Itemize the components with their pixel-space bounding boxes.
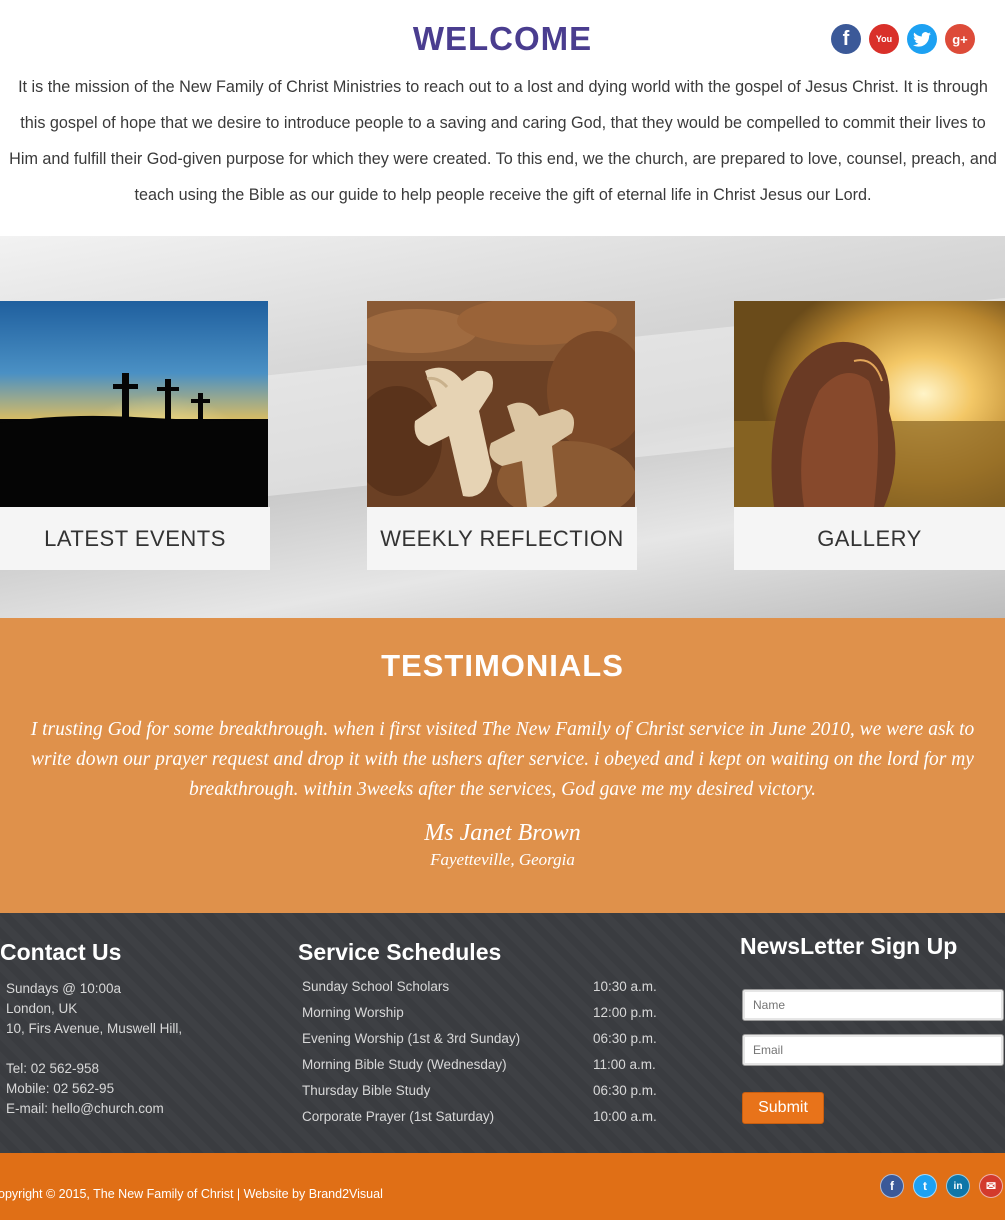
testimonial-author: Ms Janet Brown: [424, 820, 581, 846]
card-label: GALLERY: [734, 507, 1005, 570]
schedule-table: Sunday School Scholars 10:30 a.m. Mornin…: [302, 979, 682, 1135]
footer-social-links: f t in ✉: [880, 1174, 1003, 1198]
service-time: 10:30 a.m.: [593, 979, 657, 994]
contact-city: London, UK: [6, 1001, 78, 1016]
service-name: Sunday School Scholars: [302, 979, 450, 994]
newsletter-email-input[interactable]: [742, 1034, 1004, 1066]
schedule-title: Service Schedules: [298, 939, 502, 965]
testimonial-location: Fayetteville, Georgia: [430, 850, 575, 869]
schedule-row: Thursday Bible Study 06:30 p.m.: [302, 1083, 682, 1109]
header-social-links: f You g+: [831, 24, 975, 54]
newsletter-submit-button[interactable]: Submit: [742, 1092, 824, 1124]
service-name: Morning Worship: [302, 1005, 404, 1020]
youtube-icon[interactable]: You: [869, 24, 899, 54]
schedule-row: Corporate Prayer (1st Saturday) 10:00 a.…: [302, 1109, 682, 1135]
service-name: Evening Worship (1st & 3rd Sunday): [302, 1031, 521, 1046]
schedule-row: Sunday School Scholars 10:30 a.m.: [302, 979, 682, 1005]
linkedin-icon[interactable]: in: [946, 1174, 970, 1198]
schedule-row: Morning Bible Study (Wednesday) 11:00 a.…: [302, 1057, 682, 1083]
service-time: 06:30 p.m.: [593, 1083, 657, 1098]
service-name: Thursday Bible Study: [302, 1083, 431, 1098]
newsletter-title: NewsLetter Sign Up: [740, 933, 958, 959]
service-time: 10:00 a.m.: [593, 1109, 657, 1124]
testimonials-title: TESTIMONIALS: [381, 648, 624, 683]
card-label: LATEST EVENTS: [0, 507, 270, 570]
service-name: Corporate Prayer (1st Saturday): [302, 1109, 495, 1124]
contact-service-time: Sundays @ 10:00a: [6, 981, 122, 996]
contact-title: Contact Us: [0, 939, 122, 965]
testimonial-quote: I trusting God for some breakthrough. wh…: [30, 719, 975, 800]
twitter-icon[interactable]: t: [913, 1174, 937, 1198]
contact-tel: Tel: 02 562-958: [6, 1061, 100, 1076]
wooden-crosses-photo: [367, 301, 635, 507]
newsletter-name-input[interactable]: [742, 989, 1004, 1021]
google-plus-icon[interactable]: g+: [945, 24, 975, 54]
twitter-icon[interactable]: [907, 24, 937, 54]
schedule-row: Morning Worship 12:00 p.m.: [302, 1005, 682, 1031]
card-weekly-reflection[interactable]: WEEKLY REFLECTION: [367, 301, 637, 571]
contact-details: Sundays @ 10:00a London, UK 10, Firs Ave…: [6, 979, 182, 1119]
contact-email[interactable]: E-mail: hello@church.com: [6, 1099, 182, 1119]
card-gallery[interactable]: GALLERY: [734, 301, 1005, 571]
service-name: Morning Bible Study (Wednesday): [302, 1057, 507, 1072]
copyright-text: opyright © 2015, The New Family of Chris…: [0, 1187, 383, 1201]
footer-info-section: Contact Us Sundays @ 10:00a London, UK 1…: [0, 913, 1005, 1153]
service-time: 12:00 p.m.: [593, 1005, 657, 1020]
mission-statement: It is the mission of the New Family of C…: [9, 78, 997, 204]
card-label: WEEKLY REFLECTION: [367, 507, 637, 570]
email-icon[interactable]: ✉: [979, 1174, 1003, 1198]
testimonials-section: TESTIMONIALS I trusting God for some bre…: [0, 618, 1005, 913]
facebook-icon[interactable]: f: [831, 24, 861, 54]
feature-cards-section: LATEST EVENTS WEEKLY REFLECTION GALLERY: [0, 236, 1005, 618]
facebook-icon[interactable]: f: [880, 1174, 904, 1198]
contact-mobile: Mobile: 02 562-95: [6, 1081, 115, 1096]
bottom-bar: opyright © 2015, The New Family of Chris…: [0, 1153, 1005, 1220]
schedule-row: Evening Worship (1st & 3rd Sunday) 06:30…: [302, 1031, 682, 1057]
contact-address: 10, Firs Avenue, Muswell Hill,: [6, 1021, 183, 1036]
welcome-section: WELCOME f You g+ It is the mission of th…: [0, 0, 1005, 236]
service-time: 11:00 a.m.: [593, 1057, 656, 1072]
girl-in-field-photo: [734, 301, 1005, 507]
service-time: 06:30 p.m.: [593, 1031, 657, 1046]
crosses-sunset-photo: [0, 301, 268, 507]
card-latest-events[interactable]: LATEST EVENTS: [0, 301, 270, 571]
